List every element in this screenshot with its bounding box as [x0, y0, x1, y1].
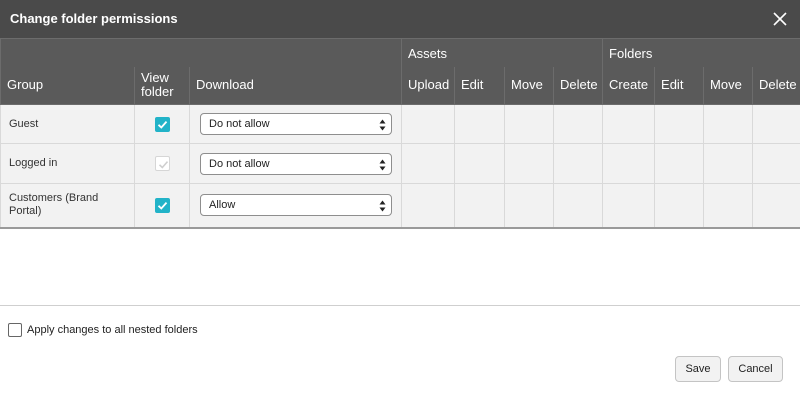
- folders-delete-cell: [752, 143, 800, 184]
- dialog-title: Change folder permissions: [10, 11, 178, 26]
- folders-delete-cell: [752, 104, 800, 144]
- folders-edit-cell: [654, 104, 705, 144]
- col-header-folders-edit: Edit: [654, 66, 705, 105]
- assets-move-cell: [504, 104, 555, 144]
- assets-delete-cell: [553, 143, 604, 184]
- row-group-name: Logged in: [0, 143, 135, 184]
- download-cell: Do not allow: [188, 104, 403, 144]
- footer-divider: [0, 305, 800, 306]
- folders-create-cell: [602, 183, 656, 229]
- folders-edit-cell: [654, 143, 705, 184]
- download-cell: Do not allow: [188, 143, 403, 184]
- row-group-name: Customers (Brand Portal): [0, 183, 135, 229]
- assets-delete-cell: [553, 104, 604, 144]
- apply-nested-option[interactable]: Apply changes to all nested folders: [8, 322, 198, 338]
- col-header-assets-upload: Upload: [401, 66, 456, 105]
- col-header-view-folder-line1: View: [141, 70, 169, 86]
- download-select[interactable]: Allow: [200, 194, 392, 217]
- download-select[interactable]: Do not allow: [200, 113, 392, 135]
- save-button[interactable]: Save: [675, 356, 721, 382]
- apply-nested-label: Apply changes to all nested folders: [27, 324, 198, 336]
- view-folder-cell: [134, 183, 190, 229]
- folders-group-header: Folders: [602, 38, 800, 67]
- table-group-header-blank: [0, 38, 403, 67]
- col-header-view-folder: View folder: [134, 66, 190, 105]
- download-select-value: Do not allow: [209, 118, 270, 130]
- download-select-value: Do not allow: [209, 157, 270, 170]
- col-header-assets-edit: Edit: [454, 66, 506, 105]
- assets-delete-cell: [553, 183, 604, 229]
- folders-create-cell: [602, 143, 656, 184]
- folders-move-cell: [703, 183, 754, 229]
- col-header-group: Group: [0, 66, 135, 105]
- view-folder-cell: [134, 104, 190, 144]
- folders-edit-cell: [654, 183, 705, 229]
- download-select[interactable]: Do not allow: [200, 152, 392, 175]
- folders-move-cell: [703, 143, 754, 184]
- download-cell: Allow: [188, 183, 403, 229]
- table-column-header-row: Group View folder Download Upload Edit Mo…: [0, 66, 800, 105]
- assets-edit-cell: [454, 183, 506, 229]
- download-select-value: Allow: [209, 199, 236, 212]
- apply-nested-checkbox[interactable]: [8, 323, 22, 337]
- cancel-button[interactable]: Cancel: [728, 356, 783, 382]
- assets-edit-cell: [454, 104, 506, 144]
- assets-edit-cell: [454, 143, 506, 184]
- assets-upload-cell: [401, 143, 456, 184]
- permissions-table: Assets Folders Group View folder Download…: [0, 38, 800, 229]
- col-header-folders-create: Create: [602, 66, 656, 105]
- select-arrows-icon: [379, 159, 386, 170]
- close-icon[interactable]: [768, 7, 792, 31]
- folders-delete-cell: [752, 183, 800, 229]
- table-group-header-row: Assets Folders: [0, 38, 800, 67]
- view-folder-checkbox[interactable]: [154, 116, 170, 132]
- col-header-folders-delete: Delete: [752, 66, 800, 105]
- col-header-folders-move: Move: [703, 66, 754, 105]
- col-header-download: Download: [188, 66, 403, 105]
- col-header-view-folder-line2: folder: [141, 84, 174, 100]
- folders-create-cell: [602, 104, 656, 144]
- view-folder-checkbox[interactable]: [154, 197, 170, 213]
- assets-move-cell: [504, 143, 555, 184]
- assets-upload-cell: [401, 183, 456, 229]
- col-header-assets-move: Move: [504, 66, 555, 105]
- view-folder-cell: [134, 143, 190, 184]
- assets-upload-cell: [401, 104, 456, 144]
- assets-move-cell: [504, 183, 555, 229]
- view-folder-checkbox-disabled: [154, 156, 170, 171]
- folders-move-cell: [703, 104, 754, 144]
- table-row: Customers (Brand Portal) Allow: [0, 183, 800, 229]
- select-arrows-icon: [379, 119, 386, 131]
- table-row: Guest Do not allow: [0, 104, 800, 144]
- table-row: Logged in Do not allow: [0, 143, 800, 184]
- select-arrows-icon: [379, 200, 386, 212]
- assets-group-header: Assets: [401, 38, 604, 67]
- col-header-assets-delete: Delete: [553, 66, 604, 105]
- dialog-titlebar: Change folder permissions: [0, 0, 800, 38]
- row-group-name: Guest: [0, 104, 135, 144]
